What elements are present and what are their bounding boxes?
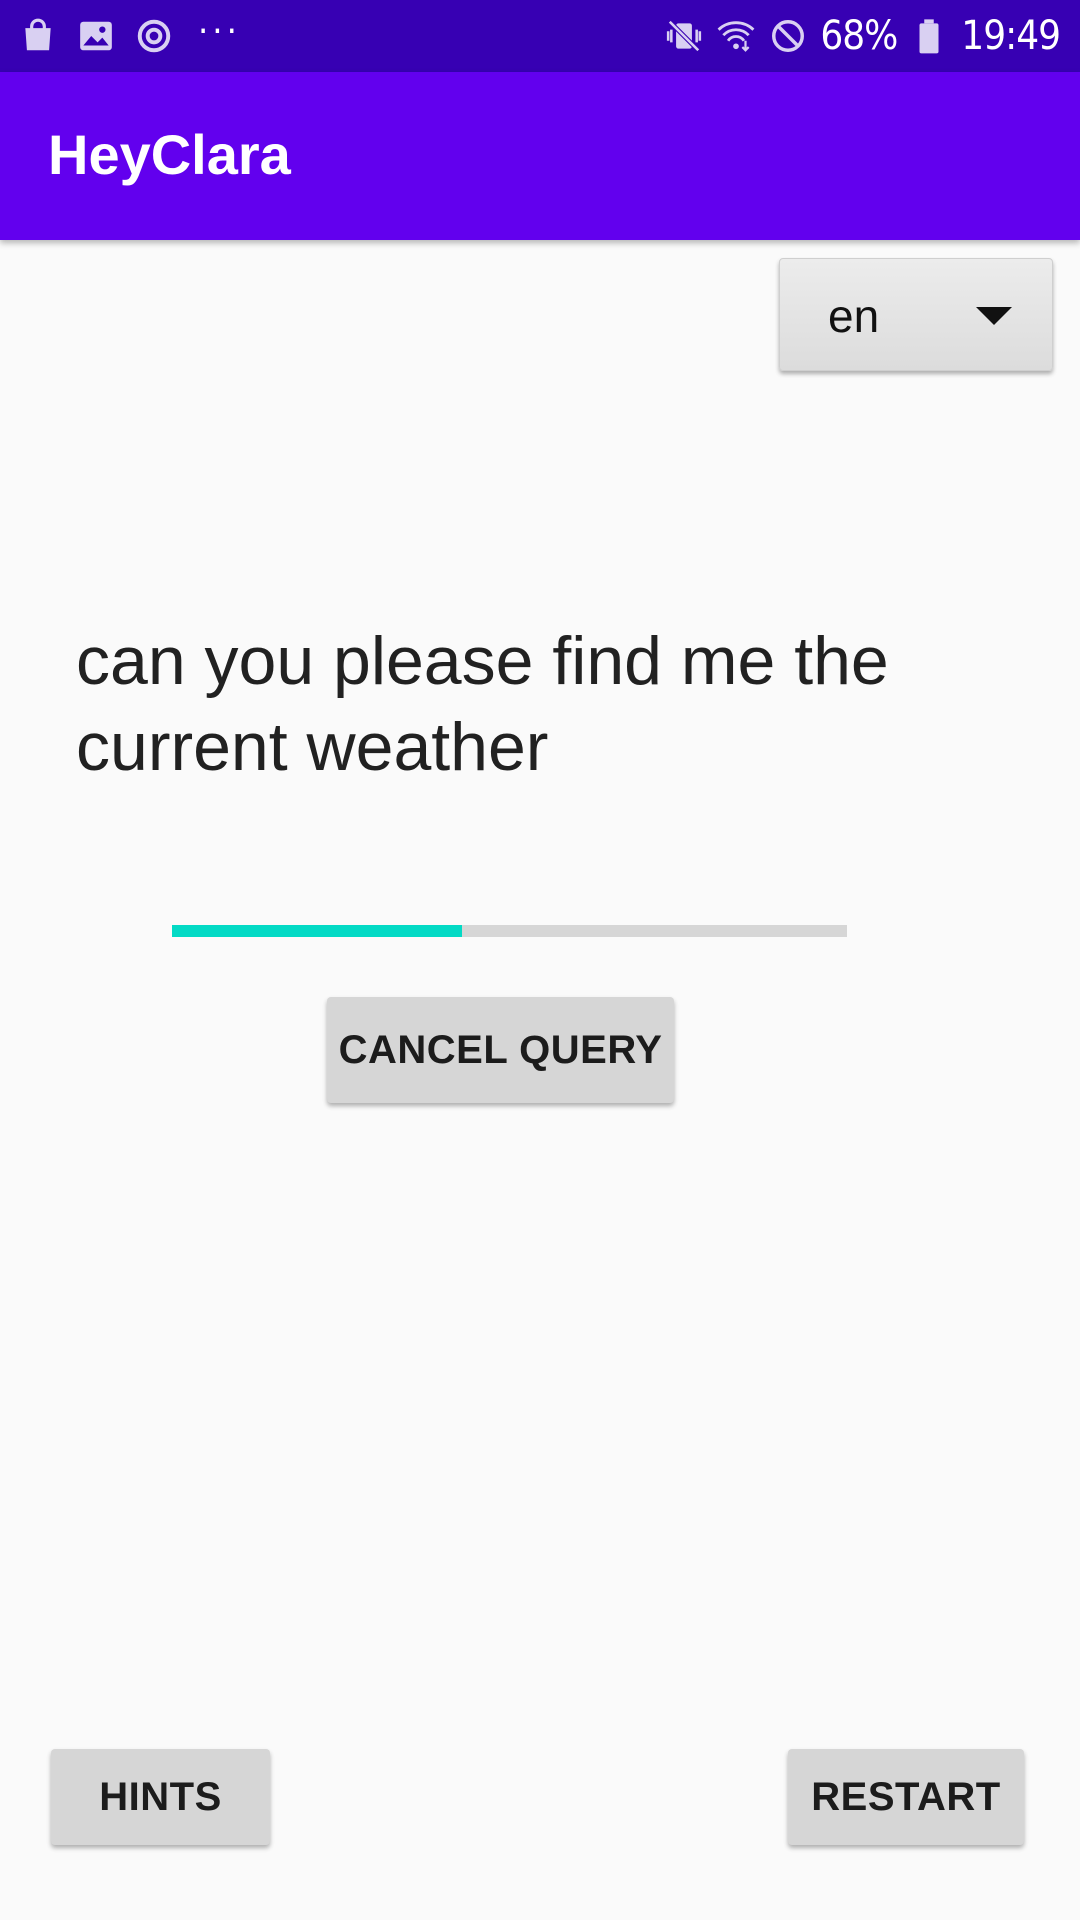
vibrate-mute-icon bbox=[664, 16, 704, 56]
cancel-query-button[interactable]: CANCEL QUERY bbox=[327, 997, 674, 1103]
do-not-disturb-icon bbox=[768, 16, 808, 56]
battery-icon bbox=[909, 16, 949, 56]
dropdown-caret-icon bbox=[976, 307, 1012, 325]
status-left-icons: ··· bbox=[18, 10, 241, 58]
battery-percent: 68% bbox=[820, 13, 898, 59]
clock: 19:49 bbox=[961, 13, 1061, 59]
more-dots-icon: ··· bbox=[198, 10, 241, 52]
restart-button[interactable]: RESTART bbox=[788, 1749, 1024, 1845]
status-bar: ··· 68% 19:49 bbox=[0, 0, 1080, 72]
status-right-icons: 68% 19:49 bbox=[664, 13, 1061, 59]
query-progress-bar bbox=[172, 925, 847, 937]
language-spinner[interactable]: en bbox=[779, 258, 1053, 371]
app-bar: HeyClara bbox=[0, 72, 1080, 240]
query-text: can you please find me the current weath… bbox=[76, 623, 889, 785]
gallery-icon bbox=[76, 16, 116, 56]
shopping-bag-icon bbox=[18, 16, 58, 56]
app-title: HeyClara bbox=[48, 123, 291, 186]
hints-button[interactable]: HINTS bbox=[51, 1749, 270, 1845]
wifi-icon bbox=[716, 16, 756, 56]
language-spinner-value: en bbox=[828, 290, 880, 342]
sync-icon bbox=[134, 16, 174, 56]
query-progress-fill bbox=[172, 925, 463, 937]
